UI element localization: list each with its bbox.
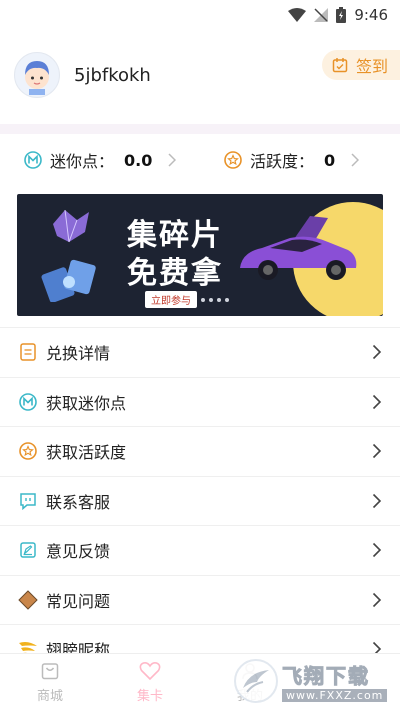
section-divider bbox=[0, 124, 400, 134]
sports-car-graphic bbox=[240, 216, 357, 280]
activity-value: 0 bbox=[324, 150, 336, 170]
activity-label: 活跃度： bbox=[250, 152, 315, 171]
watermark-logo: 飞翔下载 www.FXXZ.com bbox=[234, 655, 394, 707]
chevron-right-icon bbox=[372, 345, 382, 360]
tab-collect-cards[interactable]: 集卡 bbox=[100, 654, 200, 711]
avatar-boy-icon bbox=[25, 61, 49, 95]
chevron-right-icon bbox=[372, 493, 382, 508]
pagination-dot bbox=[217, 298, 221, 302]
card-fan-icon bbox=[41, 259, 96, 302]
banner-title-line2: 免费拿 bbox=[127, 256, 223, 291]
chevron-right-icon bbox=[351, 153, 360, 167]
heart-icon bbox=[139, 662, 161, 681]
mini-points-label: 迷你点： bbox=[50, 152, 115, 171]
menu-item-get-activity[interactable]: 获取活跃度 bbox=[0, 426, 400, 476]
menu-item-label: 获取活跃度 bbox=[46, 443, 127, 463]
menu-item-get-mini-points[interactable]: 获取迷你点 bbox=[0, 376, 400, 427]
watermark-url: www.FXXZ.com bbox=[282, 689, 388, 702]
checkin-button[interactable]: 签到 bbox=[322, 50, 400, 80]
star-badge-icon bbox=[18, 441, 38, 461]
chevron-right-icon bbox=[372, 394, 382, 409]
avatar[interactable] bbox=[14, 52, 60, 98]
tab-label: 商城 bbox=[36, 689, 63, 704]
pagination-dot bbox=[201, 298, 205, 302]
menu-list: 兑换详情 获取迷你点 获取活跃度 联系客服 意见反馈 常见问题 翅膀昵称 bbox=[0, 327, 400, 674]
mini-point-icon bbox=[18, 392, 38, 412]
menu-item-label: 获取迷你点 bbox=[46, 393, 127, 413]
chevron-right-icon bbox=[372, 543, 382, 558]
shop-bag-icon bbox=[41, 663, 59, 680]
status-bar: 9:46 bbox=[0, 0, 400, 30]
star-badge-icon bbox=[224, 151, 242, 169]
signal-off-icon bbox=[314, 8, 329, 22]
watermark-title: 飞翔下载 bbox=[281, 664, 370, 689]
feedback-icon bbox=[18, 540, 38, 560]
menu-item-label: 意见反馈 bbox=[46, 542, 111, 562]
menu-item-contact-support[interactable]: 联系客服 bbox=[0, 475, 400, 526]
banner-join-button[interactable]: 立即参与 bbox=[145, 291, 197, 308]
mini-points-value: 0.0 bbox=[124, 150, 153, 170]
pagination-dot bbox=[209, 298, 213, 302]
username: 5jbfkokh bbox=[74, 64, 151, 86]
chevron-right-icon bbox=[372, 592, 382, 607]
profile-header: 5jbfkokh 签到 bbox=[0, 30, 400, 120]
menu-item-feedback[interactable]: 意见反馈 bbox=[0, 525, 400, 575]
document-icon bbox=[18, 342, 38, 362]
crystal-shard-icon bbox=[53, 209, 89, 243]
mini-points-stat[interactable]: 迷你点： 0.0 bbox=[0, 148, 200, 172]
status-time: 9:46 bbox=[354, 6, 388, 24]
menu-item-exchange-details[interactable]: 兑换详情 bbox=[0, 327, 400, 377]
menu-item-faq[interactable]: 常见问题 bbox=[0, 574, 400, 625]
tab-label: 集卡 bbox=[136, 689, 163, 704]
watermark-wing-icon bbox=[234, 659, 278, 703]
pagination-dot bbox=[225, 298, 229, 302]
mini-point-icon bbox=[24, 151, 42, 169]
checkin-label: 签到 bbox=[356, 57, 389, 76]
watermark-text: 飞翔下载 www.FXXZ.com bbox=[281, 660, 388, 702]
banner-pagination bbox=[201, 298, 229, 302]
tab-shop[interactable]: 商城 bbox=[0, 654, 100, 711]
chat-icon bbox=[18, 491, 38, 511]
chevron-right-icon bbox=[372, 444, 382, 459]
wifi-icon bbox=[288, 8, 307, 22]
calendar-icon bbox=[332, 58, 348, 73]
menu-item-label: 兑换详情 bbox=[46, 344, 111, 364]
battery-charging-icon bbox=[336, 7, 347, 23]
activity-stat[interactable]: 活跃度： 0 bbox=[200, 148, 400, 172]
diamond-icon bbox=[18, 590, 38, 610]
stats-row: 迷你点： 0.0 活跃度： 0 bbox=[0, 134, 400, 186]
menu-item-label: 联系客服 bbox=[46, 492, 111, 512]
menu-item-label: 常见问题 bbox=[46, 591, 111, 611]
promo-banner[interactable]: 集碎片 免费拿 立即参与 bbox=[17, 194, 383, 316]
chevron-right-icon bbox=[168, 153, 177, 167]
